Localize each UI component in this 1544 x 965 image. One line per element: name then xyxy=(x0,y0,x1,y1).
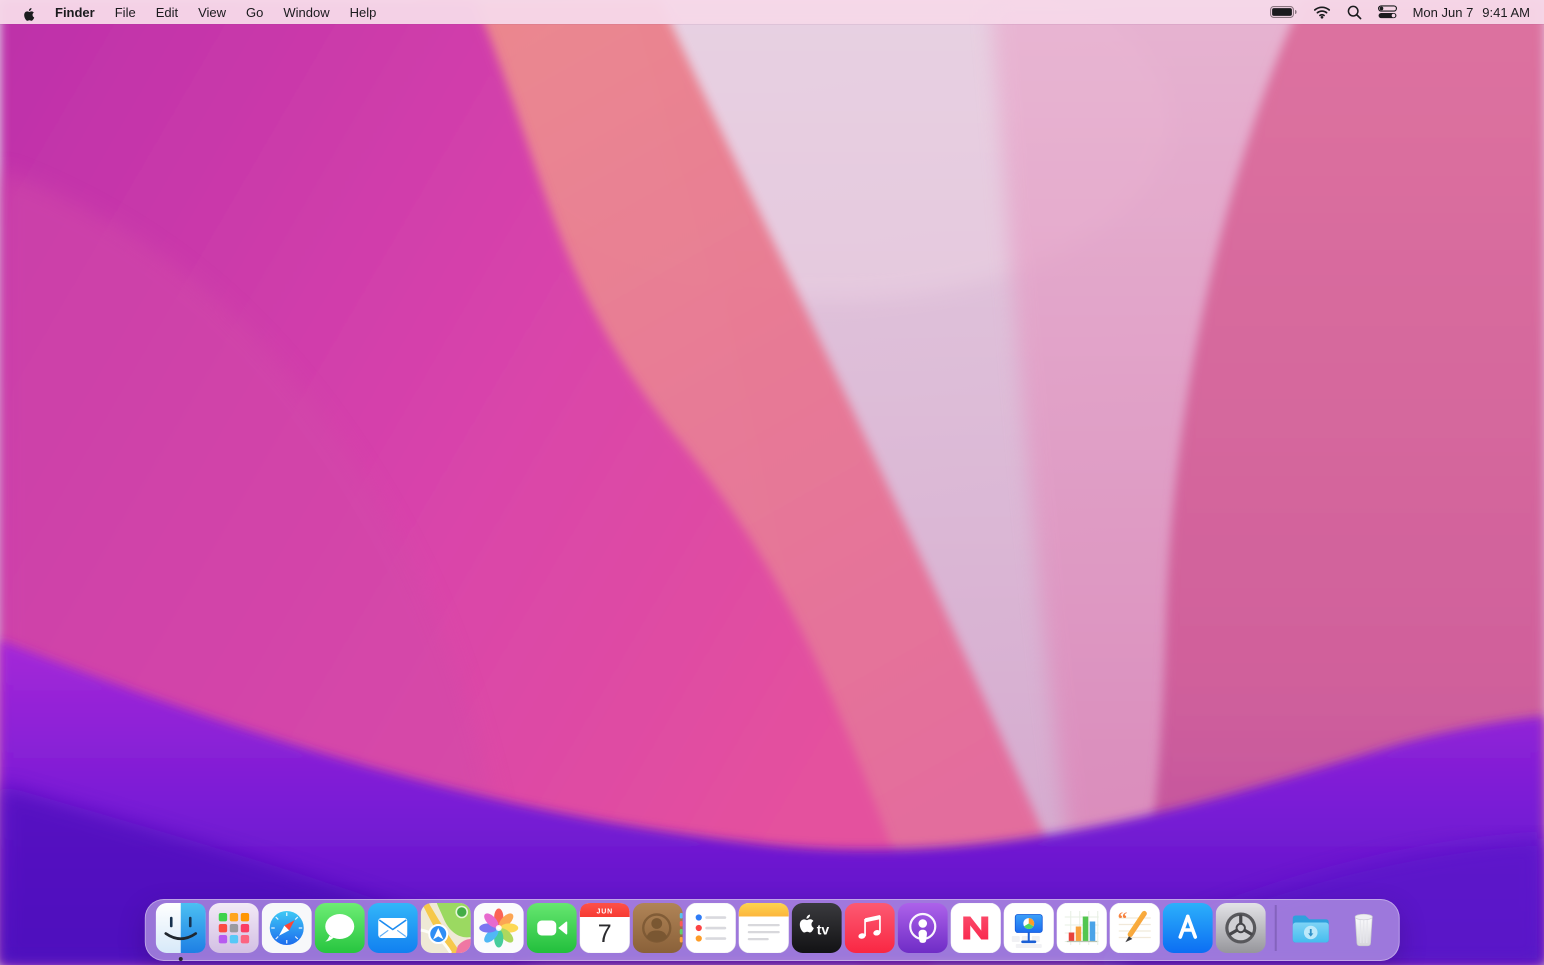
maps-icon xyxy=(421,903,471,953)
dock-item-launchpad[interactable] xyxy=(209,903,259,953)
apple-tv-icon: tv xyxy=(792,903,842,953)
dock-item-maps[interactable] xyxy=(421,903,471,953)
numbers-icon xyxy=(1057,903,1107,953)
dock: JUN 7 xyxy=(145,899,1400,961)
dock-item-downloads[interactable] xyxy=(1285,903,1335,953)
wifi-status[interactable] xyxy=(1313,5,1331,19)
battery-status[interactable] xyxy=(1270,6,1297,18)
finder-icon xyxy=(156,903,206,953)
menu-help[interactable]: Help xyxy=(340,5,387,20)
running-indicator xyxy=(179,957,183,961)
launchpad-icon xyxy=(209,903,259,953)
menu-bar-status: Mon Jun 7 9:41 AM xyxy=(1270,5,1530,20)
dock-item-facetime[interactable] xyxy=(527,903,577,953)
control-center[interactable] xyxy=(1378,5,1397,19)
app-store-icon xyxy=(1163,903,1213,953)
mail-icon xyxy=(368,903,418,953)
safari-icon xyxy=(262,903,312,953)
search-icon xyxy=(1347,5,1362,20)
dock-item-reminders[interactable] xyxy=(686,903,736,953)
dock-item-appstore[interactable] xyxy=(1163,903,1213,953)
menu-finder[interactable]: Finder xyxy=(45,5,105,20)
time-label: 9:41 AM xyxy=(1482,5,1530,20)
tv-label: tv xyxy=(817,922,830,938)
wallpaper-monterey xyxy=(0,0,1544,965)
dock-item-calendar[interactable]: JUN 7 xyxy=(580,903,630,953)
apple-logo-icon xyxy=(20,3,35,21)
apple-menu[interactable] xyxy=(14,3,45,21)
menu-edit[interactable]: Edit xyxy=(146,5,188,20)
menu-bar: Finder File Edit View Go Window Help xyxy=(0,0,1544,24)
spotlight-search[interactable] xyxy=(1347,5,1362,20)
dock-item-safari[interactable] xyxy=(262,903,312,953)
dock-item-news[interactable] xyxy=(951,903,1001,953)
calendar-month-label: JUN xyxy=(597,908,613,915)
reminders-icon xyxy=(686,903,736,953)
menu-view[interactable]: View xyxy=(188,5,236,20)
menu-go[interactable]: Go xyxy=(236,5,273,20)
dock-item-finder[interactable] xyxy=(156,903,206,953)
dock-item-pages[interactable]: “ xyxy=(1110,903,1160,953)
dock-item-tv[interactable]: tv xyxy=(792,903,842,953)
menu-bar-left: Finder File Edit View Go Window Help xyxy=(14,3,386,21)
contacts-icon xyxy=(633,903,683,953)
dock-item-mail[interactable] xyxy=(368,903,418,953)
music-icon xyxy=(845,903,895,953)
dock-item-photos[interactable] xyxy=(474,903,524,953)
pages-icon: “ xyxy=(1110,903,1160,953)
news-icon xyxy=(951,903,1001,953)
svg-text:“: “ xyxy=(1118,909,1128,930)
dock-item-contacts[interactable] xyxy=(633,903,683,953)
system-preferences-icon xyxy=(1216,903,1266,953)
calendar-icon: JUN 7 xyxy=(580,903,630,953)
dock-item-trash[interactable] xyxy=(1338,903,1388,953)
date-label: Mon Jun 7 xyxy=(1413,5,1474,20)
dock-item-numbers[interactable] xyxy=(1057,903,1107,953)
trash-icon xyxy=(1338,903,1388,953)
podcasts-icon xyxy=(898,903,948,953)
wifi-icon xyxy=(1313,5,1331,19)
dock-item-notes[interactable] xyxy=(739,903,789,953)
dock-item-system-preferences[interactable] xyxy=(1216,903,1266,953)
calendar-day-label: 7 xyxy=(598,920,612,948)
dock-item-music[interactable] xyxy=(845,903,895,953)
battery-icon xyxy=(1270,6,1297,18)
menu-window[interactable]: Window xyxy=(273,5,339,20)
photos-icon xyxy=(474,903,524,953)
dock-item-keynote[interactable] xyxy=(1004,903,1054,953)
desktop: Finder File Edit View Go Window Help xyxy=(0,0,1544,965)
dock-item-podcasts[interactable] xyxy=(898,903,948,953)
downloads-folder-icon xyxy=(1285,903,1335,953)
dock-separator xyxy=(1275,905,1277,951)
facetime-icon xyxy=(527,903,577,953)
menu-bar-clock[interactable]: Mon Jun 7 9:41 AM xyxy=(1413,5,1530,20)
notes-icon xyxy=(739,903,789,953)
keynote-icon xyxy=(1004,903,1054,953)
control-center-icon xyxy=(1378,5,1397,19)
messages-icon xyxy=(315,903,365,953)
dock-item-messages[interactable] xyxy=(315,903,365,953)
menu-file[interactable]: File xyxy=(105,5,146,20)
